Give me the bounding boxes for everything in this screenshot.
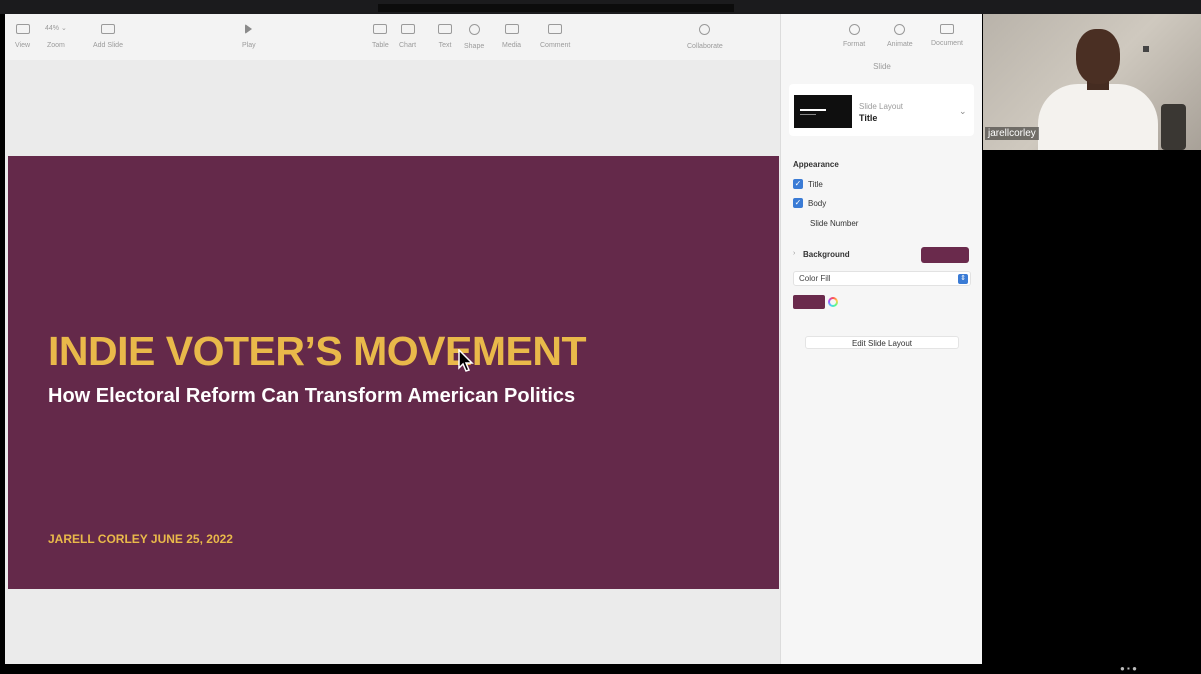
checkmark-icon: ✓ [793, 179, 803, 189]
panel-heading: Slide [873, 62, 891, 71]
add-slide-button[interactable]: Add Slide [93, 24, 123, 49]
title-checkbox[interactable]: ✓ Title [793, 179, 823, 189]
bottom-control-icons[interactable]: ● ▪ ● [1120, 664, 1137, 673]
animate-tab[interactable]: Animate [887, 24, 913, 48]
fill-color-swatch[interactable] [793, 295, 825, 309]
disclosure-caret-icon[interactable]: › [793, 250, 795, 257]
play-label: Play [242, 42, 256, 49]
participant-video: jarellcorley [983, 14, 1201, 150]
format-tab[interactable]: Format [843, 24, 865, 48]
chart-label: Chart [399, 42, 417, 49]
thumb-subtitle-line [800, 114, 816, 115]
slide-layout-label: Slide Layout [859, 102, 904, 111]
animate-label: Animate [887, 41, 913, 48]
slide-author-date[interactable]: JARELL CORLEY JUNE 25, 2022 [48, 532, 233, 546]
slide[interactable]: INDIE VOTER’S MOVEMENT How Electoral Ref… [8, 156, 779, 589]
shape-icon [468, 24, 480, 35]
popup-stepper-icon: ⇕ [958, 274, 968, 284]
slide-number-checkbox-label: Slide Number [810, 218, 859, 228]
comment-button[interactable]: Comment [540, 24, 570, 49]
participant-name: jarellcorley [985, 127, 1039, 140]
fill-type-value: Color Fill [799, 274, 831, 283]
mouse-cursor-icon [458, 349, 474, 372]
play-icon [245, 24, 253, 34]
document-icon [939, 24, 954, 34]
chart-button[interactable]: Chart [399, 24, 416, 49]
video-person-shirt [1038, 84, 1158, 150]
thumb-title-line [800, 109, 826, 111]
animate-icon [894, 24, 906, 35]
background-color-well[interactable] [921, 247, 969, 263]
text-label: Text [438, 42, 452, 49]
document-tab[interactable]: Document [931, 24, 963, 47]
slide-layout-value: Title [859, 113, 878, 123]
appearance-heading: Appearance [793, 160, 839, 169]
zoom-value: 44% ⌄ [45, 25, 67, 32]
slide-number-checkbox[interactable]: Slide Number [793, 217, 858, 229]
video-chair [1161, 104, 1186, 150]
comment-label: Comment [540, 42, 571, 49]
title-checkbox-label: Title [808, 179, 823, 189]
add-slide-icon [100, 24, 115, 34]
shape-button[interactable]: Shape [464, 24, 484, 50]
sidebar-icon [15, 24, 30, 34]
slide-layout-selector[interactable]: Slide Layout Title ⌄ [789, 84, 974, 136]
background-label: Background [803, 250, 850, 259]
comment-icon [548, 24, 563, 34]
checkmark-icon: ✓ [793, 198, 803, 208]
view-button[interactable]: View [15, 24, 30, 49]
background-row: › Background [793, 247, 971, 263]
collaborate-icon [699, 24, 711, 35]
table-label: Table [372, 42, 389, 49]
media-icon [504, 24, 519, 34]
keynote-window: View 44% ⌄ Zoom Add Slide Play Table Cha… [5, 14, 982, 664]
layout-thumbnail [794, 95, 852, 128]
format-panel: Format Animate Document Slide Slide Layo… [780, 14, 982, 664]
text-icon [438, 24, 452, 34]
media-label: Media [502, 42, 522, 49]
video-wall-switch [1143, 46, 1149, 52]
slide-canvas: INDIE VOTER’S MOVEMENT How Electoral Ref… [5, 60, 780, 664]
video-person-head [1076, 29, 1120, 84]
unchecked-box-icon [793, 217, 805, 229]
play-button[interactable]: Play [242, 24, 256, 49]
format-label: Format [843, 41, 866, 48]
color-wheel-icon[interactable] [828, 297, 838, 307]
view-label: View [15, 42, 31, 49]
document-label: Document [931, 40, 963, 47]
table-button[interactable]: Table [372, 24, 389, 49]
chevron-down-icon: ⌄ [959, 106, 967, 116]
body-checkbox-label: Body [808, 198, 827, 208]
notch-bar [378, 4, 734, 12]
add-slide-label: Add Slide [93, 42, 123, 49]
chart-icon [400, 24, 415, 34]
zoom-button[interactable]: 44% ⌄ Zoom [45, 24, 67, 49]
slide-subtitle[interactable]: How Electoral Reform Can Transform Ameri… [48, 385, 575, 408]
collaborate-button[interactable]: Collaborate [687, 24, 723, 50]
edit-slide-layout-button[interactable]: Edit Slide Layout [805, 336, 959, 349]
window-top-strip [0, 0, 1201, 14]
media-button[interactable]: Media [502, 24, 521, 49]
shape-label: Shape [464, 43, 485, 50]
collaborate-label: Collaborate [687, 43, 723, 50]
paintbrush-icon [848, 24, 860, 35]
fill-type-select[interactable]: Color Fill ⇕ [793, 271, 971, 286]
table-icon [373, 24, 388, 34]
slide-title[interactable]: INDIE VOTER’S MOVEMENT [48, 328, 587, 375]
text-button[interactable]: Text [438, 24, 452, 49]
zoom-label: Zoom [46, 42, 65, 49]
body-checkbox[interactable]: ✓ Body [793, 198, 826, 208]
